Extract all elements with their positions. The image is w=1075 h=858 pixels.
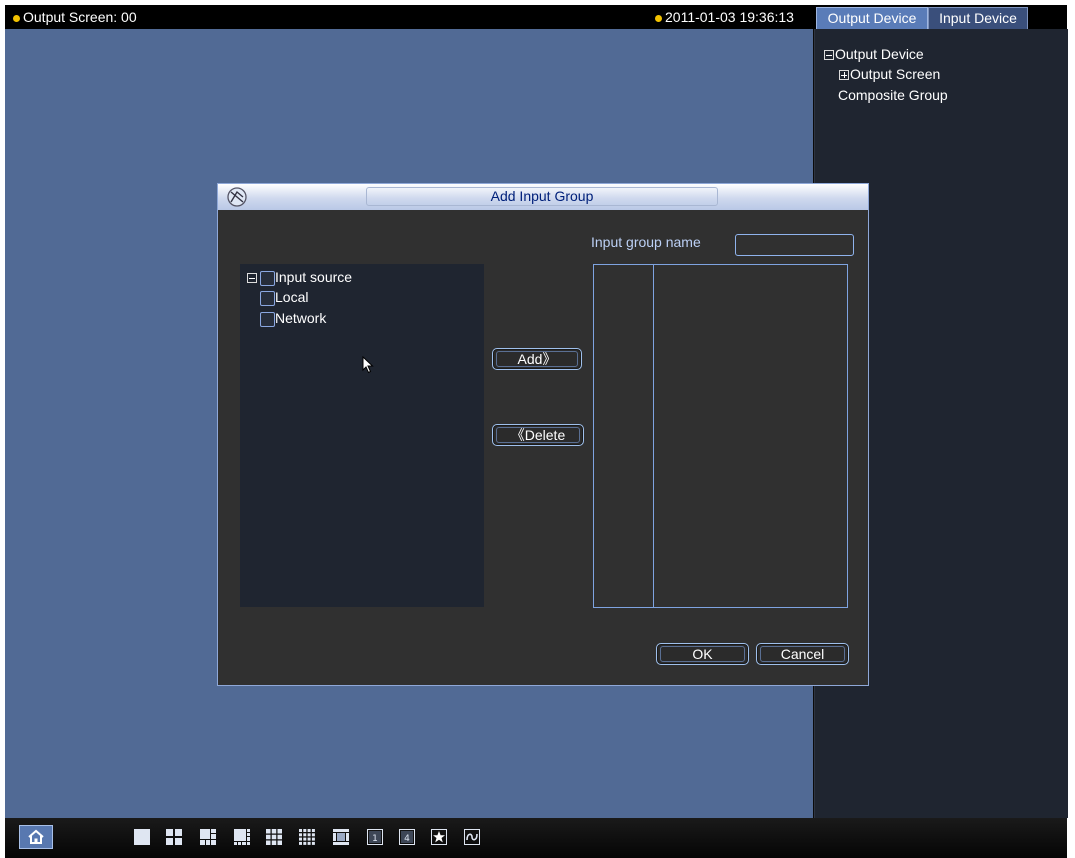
dialog-title-bar[interactable]: Add Input Group — [218, 184, 868, 210]
split-16-icon[interactable] — [299, 829, 315, 845]
tree-item-label: Input source — [275, 269, 353, 285]
svg-text:4: 4 — [404, 834, 410, 844]
tree-item-input-source[interactable]: Input source — [247, 269, 352, 286]
mouse-pointer-icon — [362, 356, 374, 374]
collapse-icon[interactable] — [247, 273, 257, 284]
split-4-icon[interactable] — [166, 829, 182, 845]
checkbox-input-source[interactable] — [260, 270, 275, 286]
tree-item-label: Local — [275, 289, 309, 305]
output-screen-text: Output Screen: 00 — [23, 9, 137, 25]
add-button-label: Add》 — [517, 351, 557, 367]
tree-item-local[interactable]: Local — [260, 289, 308, 306]
tree-item-label: Output Screen — [850, 66, 941, 82]
cancel-button[interactable]: Cancel — [756, 643, 849, 665]
status-dot-icon — [655, 14, 662, 22]
dialog-title: Add Input Group — [490, 188, 594, 204]
group-name-label: Input group name — [591, 234, 701, 250]
group-member-list[interactable] — [593, 264, 848, 608]
svg-text:1: 1 — [372, 834, 378, 844]
top-status-bar: Output Screen: 00 2011-01-03 19:36:13 Ou… — [5, 5, 1067, 29]
home-icon — [28, 829, 44, 844]
list-column-divider — [653, 265, 654, 607]
delete-button[interactable]: 《Delete — [492, 424, 584, 446]
input-source-tree: Input source Local Network — [240, 264, 484, 607]
tree-item-network[interactable]: Network — [260, 310, 326, 327]
split-9-icon[interactable] — [266, 829, 282, 845]
tree-item-label: Output Device — [835, 46, 924, 62]
split-pip-icon[interactable]: 1 — [367, 829, 383, 845]
split-1-icon[interactable] — [134, 829, 150, 845]
collapse-icon[interactable] — [824, 50, 834, 61]
split-8-icon[interactable] — [234, 829, 250, 845]
ok-button[interactable]: OK — [656, 643, 749, 665]
sequence-icon[interactable] — [464, 829, 480, 845]
tree-item-composite-group[interactable]: Composite Group — [838, 87, 948, 103]
datetime-text: 2011-01-03 19:36:13 — [665, 9, 794, 25]
add-button[interactable]: Add》 — [492, 348, 582, 370]
home-button[interactable] — [19, 825, 53, 849]
split-6-icon[interactable] — [200, 829, 216, 845]
app-logo-icon — [227, 187, 247, 207]
group-name-input[interactable] — [735, 234, 854, 256]
tree-item-label: Network — [275, 310, 327, 326]
datetime-display: 2011-01-03 19:36:13 — [655, 9, 794, 25]
tab-input-device[interactable]: Input Device — [928, 7, 1028, 29]
checkbox-local[interactable] — [260, 290, 275, 306]
output-screen-label: Output Screen: 00 — [13, 9, 137, 25]
tree-item-output-device[interactable]: Output Device — [824, 46, 924, 62]
expand-icon[interactable] — [839, 70, 849, 81]
split-custom-icon[interactable] — [333, 829, 349, 845]
add-input-group-dialog: Add Input Group Input group name Input s… — [217, 183, 869, 686]
tree-item-output-screen[interactable]: Output Screen — [839, 66, 940, 82]
ok-button-label: OK — [692, 646, 713, 662]
favorite-icon[interactable] — [431, 829, 447, 845]
checkbox-network[interactable] — [260, 311, 275, 327]
delete-button-label: 《Delete — [510, 427, 566, 443]
split-4-alt-icon[interactable]: 4 — [399, 829, 415, 845]
cancel-button-label: Cancel — [780, 646, 825, 662]
tree-item-label: Composite Group — [838, 87, 948, 103]
tab-output-device[interactable]: Output Device — [816, 7, 928, 29]
status-dot-icon — [13, 14, 20, 22]
bottom-taskbar: 1 4 — [5, 818, 1067, 858]
